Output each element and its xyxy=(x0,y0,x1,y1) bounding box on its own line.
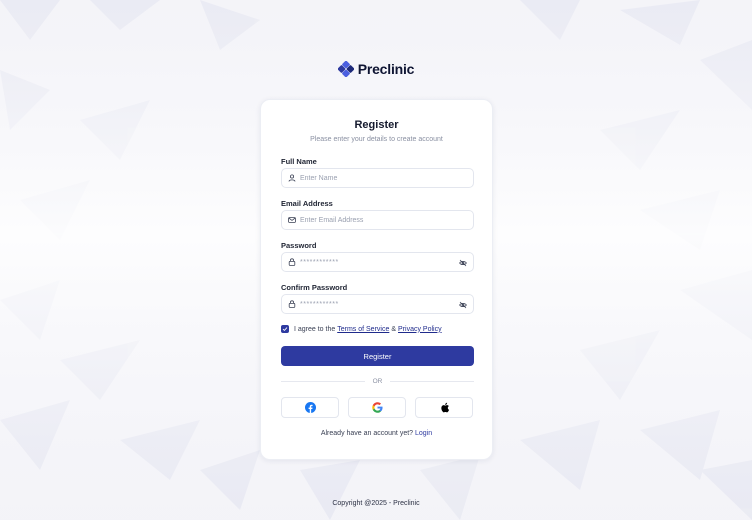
mail-icon xyxy=(288,217,296,223)
eye-off-icon[interactable] xyxy=(459,259,467,267)
card-title: Register xyxy=(354,119,399,131)
agree-prefix: I agree to the xyxy=(294,325,336,333)
login-prompt: Already have an account yet? Login xyxy=(261,430,492,437)
password-label: Password xyxy=(281,241,317,250)
or-divider: OR xyxy=(281,376,474,386)
brand[interactable]: Preclinic xyxy=(0,61,752,77)
lock-icon xyxy=(288,258,296,266)
card-subtitle: Please enter your details to create acco… xyxy=(310,136,443,143)
register-button[interactable]: Register xyxy=(281,346,474,366)
agree-row: I agree to the Terms of Service & Privacy … xyxy=(281,325,442,333)
eye-off-icon[interactable] xyxy=(459,301,467,309)
facebook-login-button[interactable] xyxy=(281,397,339,418)
email-label: Email Address xyxy=(281,199,333,208)
user-icon xyxy=(288,174,296,182)
confirm-password-input[interactable]: ************ xyxy=(281,294,474,314)
agree-amp: & xyxy=(391,325,397,333)
divider-line-right xyxy=(390,380,474,382)
full-name-label: Full Name xyxy=(281,157,317,166)
email-input[interactable]: Enter Email Address xyxy=(281,210,474,230)
confirm-password-value: ************ xyxy=(300,300,339,308)
page: Preclinic Register Please enter your det… xyxy=(0,0,752,520)
login-prompt-text: Already have an account yet? xyxy=(320,430,414,437)
brand-name: Preclinic xyxy=(357,61,415,77)
full-name-input[interactable]: Enter Name xyxy=(281,168,474,188)
lock-icon xyxy=(288,300,296,308)
terms-link[interactable]: Terms of Service xyxy=(337,326,389,333)
apple-login-button[interactable] xyxy=(415,397,473,418)
confirm-password-label: Confirm Password xyxy=(281,283,348,292)
check-icon xyxy=(282,327,288,332)
footer-copyright: Copyright @2025 - Preclinic xyxy=(332,500,420,507)
medical-cross-logo-icon xyxy=(337,61,354,77)
divider-line-left xyxy=(281,380,365,382)
login-link[interactable]: Login xyxy=(415,430,432,437)
agree-checkbox[interactable] xyxy=(281,325,289,333)
privacy-link[interactable]: Privacy Policy xyxy=(398,326,442,333)
google-icon xyxy=(371,402,383,413)
register-card: Register Please enter your details to cr… xyxy=(260,99,493,460)
password-value: ************ xyxy=(300,258,339,266)
password-input[interactable]: ************ xyxy=(281,252,474,272)
apple-icon xyxy=(440,402,449,413)
google-login-button[interactable] xyxy=(348,397,406,418)
full-name-placeholder: Enter Name xyxy=(300,174,338,182)
email-placeholder: Enter Email Address xyxy=(300,216,364,224)
or-label: OR xyxy=(372,377,383,385)
facebook-icon xyxy=(304,402,316,413)
